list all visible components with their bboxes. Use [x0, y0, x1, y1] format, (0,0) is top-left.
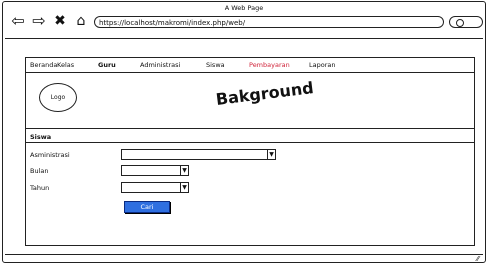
- menu-item-pembayaran[interactable]: Pembayaran: [249, 61, 309, 69]
- menu-item-beranda[interactable]: Beranda: [30, 61, 57, 69]
- menu-divider: [26, 72, 474, 73]
- logo: Logo: [39, 83, 77, 112]
- page-panel: Beranda Kelas Guru Administrasi Siswa Pe…: [25, 57, 475, 246]
- main-menu: Beranda Kelas Guru Administrasi Siswa Pe…: [30, 61, 349, 69]
- menu-item-laporan[interactable]: Laporan: [309, 61, 349, 69]
- cari-button[interactable]: Cari: [124, 201, 170, 213]
- chevron-down-icon[interactable]: ▼: [180, 183, 188, 192]
- field-label-asministrasi: Asministrasi: [30, 151, 70, 159]
- address-bar[interactable]: https://localhost/makromi/index.php/web/: [94, 16, 444, 28]
- menu-item-siswa[interactable]: Siswa: [206, 61, 249, 69]
- field-label-tahun: Tahun: [30, 184, 50, 192]
- search-icon[interactable]: [456, 19, 464, 27]
- asministrasi-select[interactable]: ▼: [121, 149, 276, 160]
- field-label-bulan: Bulan: [30, 167, 49, 175]
- resize-grip-icon[interactable]: ⁄⁄: [477, 255, 479, 263]
- nav-buttons: ⇦ ⇨ ✖ ⌂: [9, 13, 90, 30]
- status-bar: [5, 254, 483, 255]
- tahun-select[interactable]: ▼: [121, 182, 189, 193]
- chevron-down-icon[interactable]: ▼: [267, 150, 275, 159]
- window-title: A Web Page: [224, 4, 264, 12]
- search-box[interactable]: [449, 16, 483, 28]
- header-background-text: Bakground: [214, 78, 315, 109]
- close-icon[interactable]: ✖: [51, 13, 69, 29]
- bulan-select[interactable]: ▼: [121, 165, 189, 176]
- menu-item-administrasi[interactable]: Administrasi: [140, 61, 206, 69]
- forward-arrow-icon[interactable]: ⇨: [30, 13, 48, 29]
- section-title: Siswa: [30, 133, 52, 141]
- menu-item-kelas[interactable]: Kelas: [57, 61, 98, 69]
- section-divider: [26, 142, 474, 143]
- home-icon[interactable]: ⌂: [72, 13, 90, 29]
- browser-window: A Web Page ⇦ ⇨ ✖ ⌂ https://localhost/mak…: [2, 1, 486, 263]
- header-divider: [26, 128, 474, 129]
- menu-item-guru[interactable]: Guru: [98, 61, 140, 69]
- back-arrow-icon[interactable]: ⇦: [9, 13, 27, 29]
- chevron-down-icon[interactable]: ▼: [180, 166, 188, 175]
- toolbar-divider: [5, 38, 483, 39]
